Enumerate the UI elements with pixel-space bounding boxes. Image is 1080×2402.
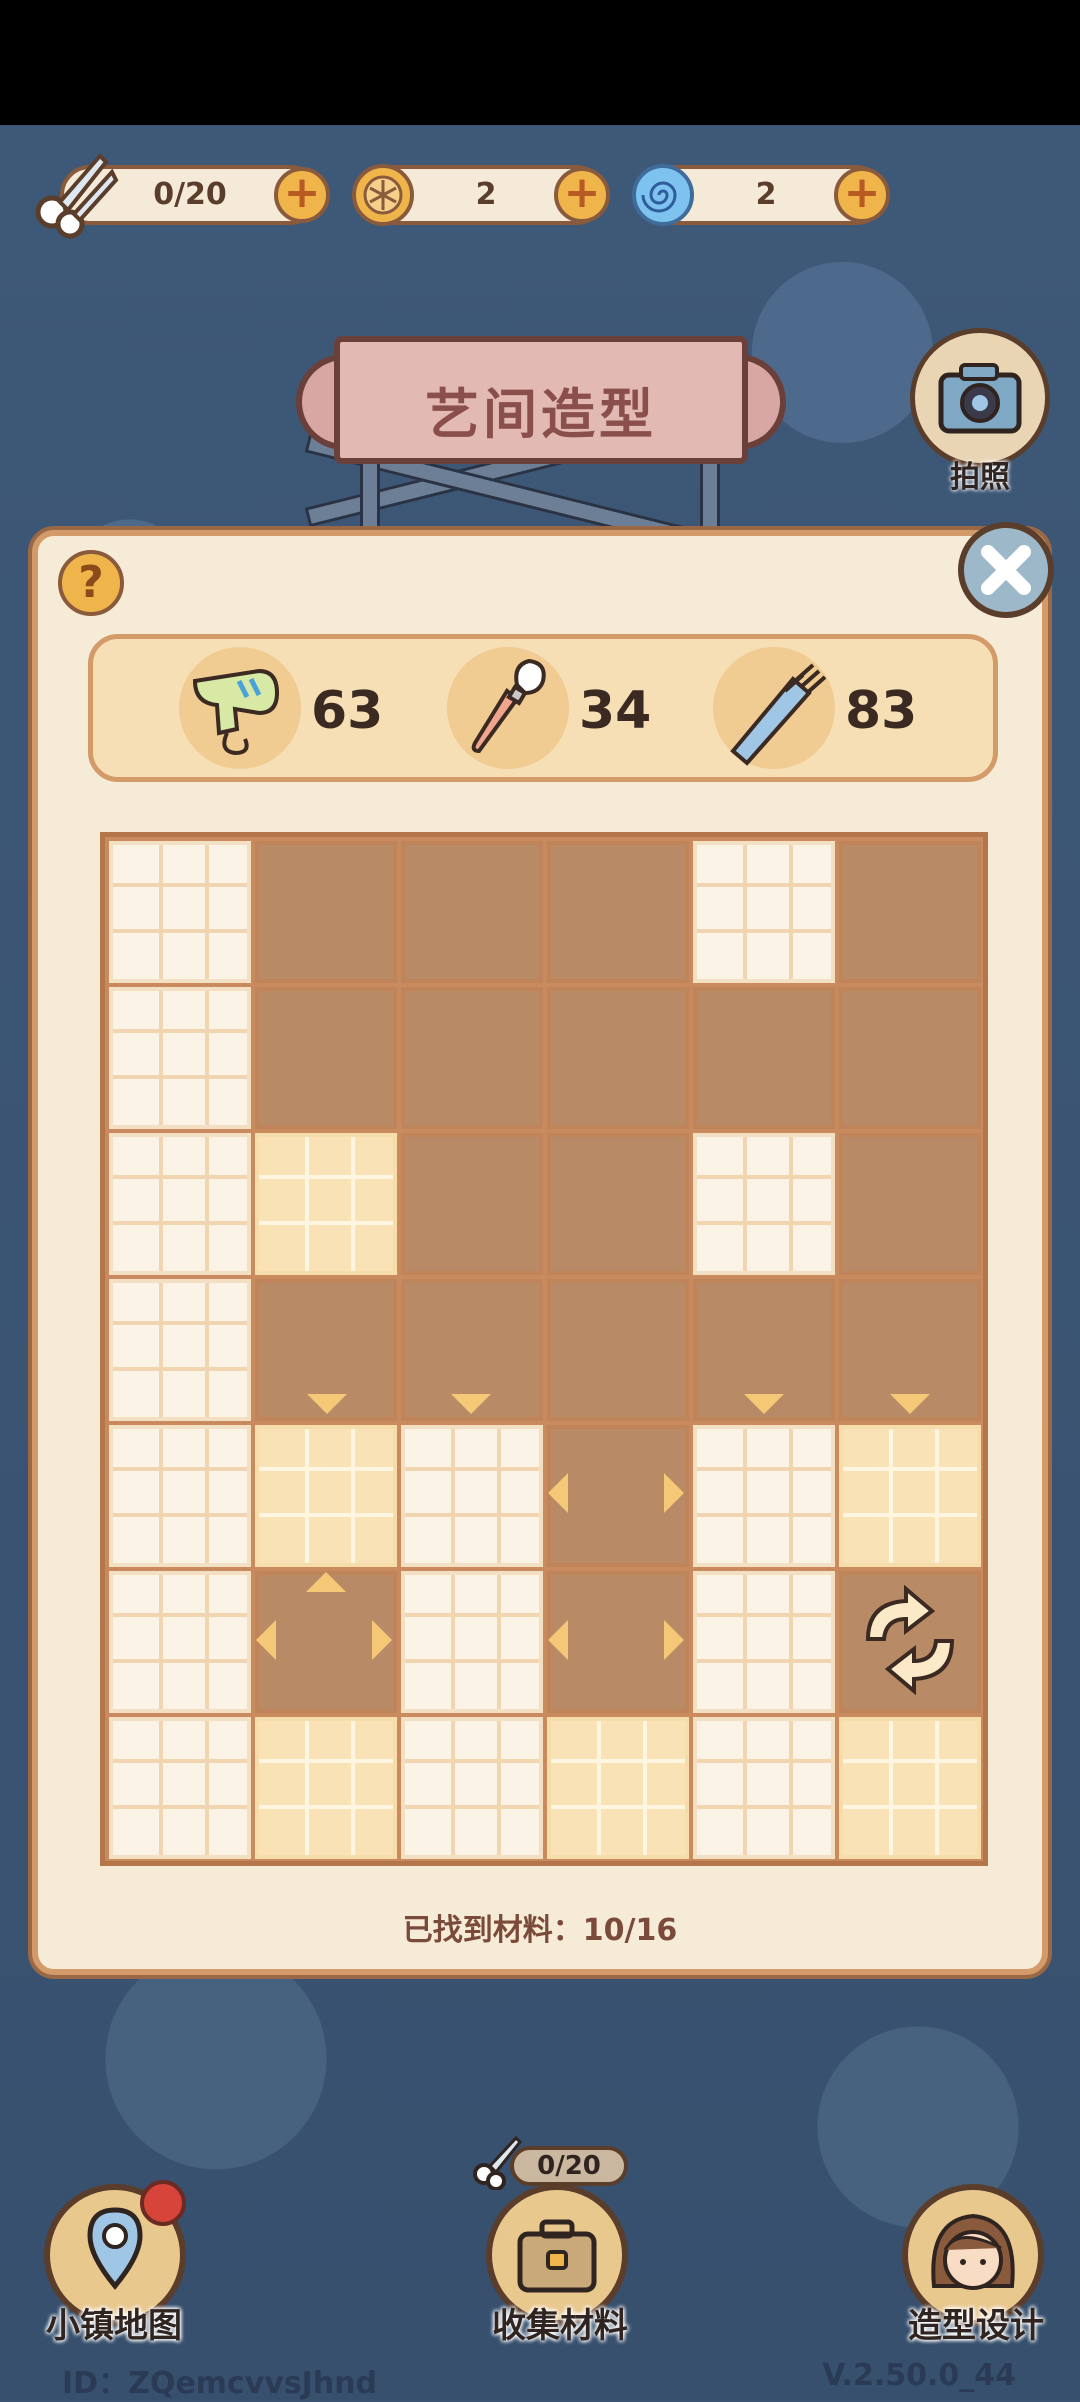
camera-button[interactable]: [910, 328, 1050, 468]
collect-materials-label[interactable]: 收集材料: [440, 2298, 680, 2347]
hair-dryer-icon: [192, 668, 280, 756]
arrow-left-hint: [548, 1620, 568, 1660]
arrow-down-hint: [451, 1394, 491, 1414]
covered-tile[interactable]: [839, 987, 981, 1129]
arrow-up-hint: [306, 1572, 346, 1592]
found-tile: [109, 987, 251, 1129]
covered-tile[interactable]: [401, 1133, 543, 1275]
arrow-left-hint: [256, 1620, 276, 1660]
arrow-down-hint: [890, 1394, 930, 1414]
found-tile: [109, 1279, 251, 1421]
add-scissors-button[interactable]: +: [274, 167, 330, 223]
found-tile: [693, 1717, 835, 1859]
comb-count: 83: [845, 681, 918, 741]
makeup-brush-count: 34: [579, 681, 652, 741]
style-design-label[interactable]: 造型设计: [856, 2298, 1080, 2347]
title-plaque: 艺间造型: [296, 336, 786, 464]
found-tile: [255, 1425, 397, 1567]
arrow-right-hint: [664, 1620, 684, 1660]
scissors-icon: [35, 153, 119, 239]
found-tile: [109, 841, 251, 983]
arrow-left-hint: [548, 1473, 568, 1513]
close-button[interactable]: [958, 522, 1054, 618]
scissors-icon: [473, 2135, 523, 2190]
found-tile: [109, 1717, 251, 1859]
notification-badge: [140, 2180, 186, 2226]
covered-tile[interactable]: [547, 841, 689, 983]
arrow-down-hint: [744, 1394, 784, 1414]
found-tile: [839, 1717, 981, 1859]
refresh-icon[interactable]: [850, 1585, 970, 1695]
found-tile: [255, 1717, 397, 1859]
found-tile: [109, 1571, 251, 1713]
found-tile: [693, 1571, 835, 1713]
collect-count-badge: 0/20: [510, 2146, 628, 2186]
makeup-brush-icon: [471, 658, 546, 754]
user-id: ID：ZQemcvvsJhnd: [62, 2366, 378, 2401]
comb-icon: [730, 663, 827, 766]
covered-tile[interactable]: [839, 1133, 981, 1275]
found-tile: [693, 1425, 835, 1567]
hair-dryer-count: 63: [311, 681, 384, 741]
found-tile: [401, 1425, 543, 1567]
covered-tile[interactable]: [839, 841, 981, 983]
found-tile: [401, 1717, 543, 1859]
found-tile: [839, 1425, 981, 1567]
covered-tile[interactable]: [547, 1279, 689, 1421]
found-tile: [547, 1717, 689, 1859]
found-tile: [693, 841, 835, 983]
page-title: 艺间造型: [425, 383, 657, 446]
covered-tile[interactable]: [401, 987, 543, 1129]
help-button[interactable]: ?: [58, 550, 124, 616]
found-tile: [255, 1133, 397, 1275]
status-bar: [0, 0, 1080, 125]
coin-icon: [352, 164, 414, 226]
town-map-label[interactable]: 小镇地图: [0, 2298, 234, 2347]
add-coin-button[interactable]: +: [554, 167, 610, 223]
covered-tile[interactable]: [693, 987, 835, 1129]
found-tile: [109, 1425, 251, 1567]
camera-label: 拍照: [950, 460, 1010, 495]
version-label: V.2.50.0_44: [822, 2358, 1016, 2393]
arrow-right-hint: [664, 1473, 684, 1513]
arrow-right-hint: [372, 1620, 392, 1660]
covered-tile[interactable]: [547, 1133, 689, 1275]
swirl-icon: [632, 164, 694, 226]
add-swirl-button[interactable]: +: [834, 167, 890, 223]
arrow-down-hint: [307, 1394, 347, 1414]
progress-text: 已找到材料：10/16: [402, 1913, 678, 1948]
close-icon: [981, 545, 1031, 595]
covered-tile[interactable]: [255, 987, 397, 1129]
tools-bar: 63 34 83: [88, 634, 998, 782]
covered-tile[interactable]: [255, 841, 397, 983]
covered-tile[interactable]: [401, 841, 543, 983]
found-tile: [109, 1133, 251, 1275]
found-tile: [401, 1571, 543, 1713]
found-tile: [693, 1133, 835, 1275]
covered-tile[interactable]: [547, 987, 689, 1129]
material-board: [100, 832, 988, 1866]
camera-icon: [938, 363, 1022, 434]
